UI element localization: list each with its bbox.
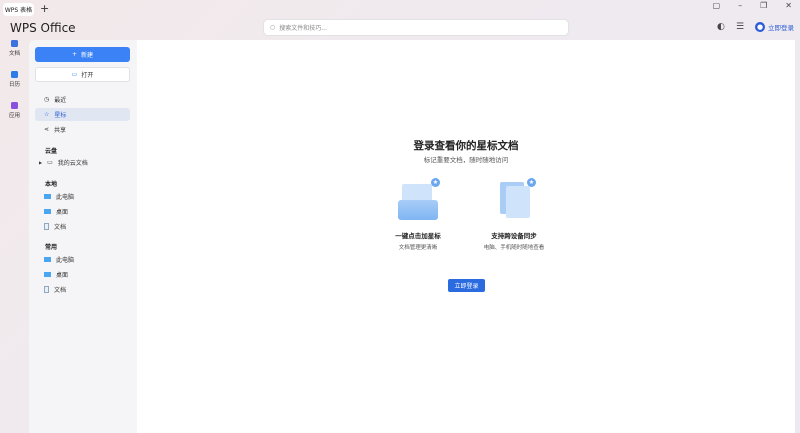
nav-label: 桌面	[56, 272, 69, 279]
section-common: 常用	[45, 244, 58, 251]
rail-apps[interactable]: 应用	[0, 102, 29, 132]
nav-local-pc[interactable]: 此电脑	[35, 190, 130, 203]
avatar-icon: ●	[755, 22, 765, 32]
rail-label: 日历	[8, 82, 20, 88]
nav-common-documents[interactable]: 文档	[35, 283, 130, 296]
restore-icon[interactable]: ❐	[760, 1, 767, 10]
nav-label: 文档	[54, 224, 67, 231]
search-icon: ○	[270, 24, 276, 31]
window-menu-icon[interactable]: ▢	[713, 1, 721, 10]
folder-icon: ▭	[47, 159, 53, 166]
close-icon[interactable]: ✕	[785, 1, 792, 10]
login-top-button[interactable]: ● 立即登录	[755, 22, 794, 32]
feature-desc: 电脑、手机随时随地查看	[483, 245, 545, 251]
computer-icon	[44, 194, 51, 199]
search-placeholder: 搜索文件和技巧...	[279, 25, 327, 32]
feature-title: 支持跨设备同步	[491, 232, 537, 240]
rail-documents[interactable]: 文档	[0, 40, 29, 70]
apps-icon	[11, 102, 18, 109]
section-cloud: 云盘	[45, 148, 58, 155]
share-icon: ⋖	[44, 126, 50, 133]
document-tab[interactable]: WPS 表格	[3, 3, 34, 16]
login-button[interactable]: 立即登录	[448, 279, 485, 292]
star-badge-icon: ★	[431, 178, 440, 187]
nav-label: 文档	[54, 287, 67, 294]
new-button[interactable]: + 新建	[35, 47, 130, 62]
main-content: 登录查看你的星标文档 标记重要文档，随时随地访问 ★ 一键点击加星标 文档管理更…	[137, 40, 795, 433]
document-icon	[44, 223, 49, 230]
nav-label: 最近	[54, 97, 67, 104]
app-brand: WPS Office	[10, 21, 76, 35]
clock-icon: ◷	[44, 96, 50, 103]
page-subtitle: 标记重要文档，随时随地访问	[423, 156, 509, 164]
calendar-icon	[11, 71, 18, 78]
nav-label: 共享	[54, 127, 67, 134]
star-icon: ☆	[44, 111, 50, 118]
nav-starred[interactable]: ☆ 星标	[35, 108, 130, 121]
nav-label: 星标	[54, 112, 67, 119]
document-icon	[11, 40, 18, 47]
nav-recent[interactable]: ◷ 最近	[35, 93, 130, 106]
page-title: 登录查看你的星标文档	[413, 140, 519, 152]
nav-common-desktop[interactable]: 桌面	[35, 268, 130, 281]
rail-calendar[interactable]: 日历	[0, 71, 29, 101]
feature-star: ★ 一键点击加星标 文档管理更清晰	[373, 178, 463, 251]
feature-title: 一键点击加星标	[395, 232, 441, 240]
open-label: 打开	[81, 72, 94, 79]
settings-icon[interactable]: ☰	[736, 22, 744, 32]
skin-icon[interactable]: ◐	[717, 22, 725, 32]
nav-shared[interactable]: ⋖ 共享	[35, 123, 130, 136]
star-badge-icon: ★	[527, 178, 536, 187]
nav-label: 此电脑	[56, 194, 75, 201]
document-icon	[44, 286, 49, 293]
nav-label: 我的云文档	[57, 160, 88, 167]
nav-local-documents[interactable]: 文档	[35, 220, 130, 233]
feature-desc: 文档管理更清晰	[398, 245, 438, 251]
starred-inbox-illustration: ★	[398, 178, 440, 222]
nav-label: 此电脑	[56, 257, 75, 264]
nav-label: 桌面	[56, 209, 69, 216]
folder-icon: ▭	[71, 71, 78, 78]
new-tab-button[interactable]: +	[40, 2, 49, 15]
feature-sync: ★ 支持跨设备同步 电脑、手机随时随地查看	[469, 178, 559, 251]
nav-my-cloud-docs[interactable]: ▶ ▭ 我的云文档	[35, 156, 130, 169]
computer-icon	[44, 257, 51, 262]
nav-local-desktop[interactable]: 桌面	[35, 205, 130, 218]
sync-documents-illustration: ★	[494, 178, 536, 222]
section-local: 本地	[45, 181, 58, 188]
new-label: 新建	[81, 52, 94, 59]
desktop-icon	[44, 272, 51, 277]
desktop-icon	[44, 209, 51, 214]
login-top-label: 立即登录	[768, 24, 794, 32]
sidebar: + 新建 ▭ 打开 ◷ 最近 ☆ 星标 ⋖ 共享 云盘 ▶ ▭ 我的云文档 本地 此电脑 桌面…	[29, 40, 137, 433]
open-button[interactable]: ▭ 打开	[35, 67, 130, 82]
search-input[interactable]: ○ 搜索文件和技巧...	[263, 19, 569, 36]
plus-icon: +	[71, 51, 77, 58]
minimize-icon[interactable]: –	[738, 1, 742, 10]
nav-common-pc[interactable]: 此电脑	[35, 253, 130, 266]
expand-arrow-icon[interactable]: ▶	[39, 160, 42, 165]
rail-label: 应用	[8, 113, 20, 119]
rail-label: 文档	[8, 51, 20, 57]
